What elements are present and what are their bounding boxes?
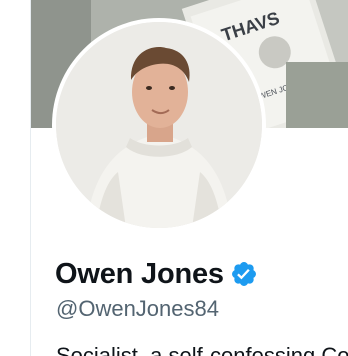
- display-name: Owen Jones: [55, 257, 224, 290]
- verified-check-icon[interactable]: [230, 260, 258, 288]
- profile-handle: @OwenJones84: [56, 296, 219, 321]
- name-row: Owen Jones: [55, 254, 258, 294]
- profile-bio: Socialist, a self-confessing Corbynite: [56, 343, 348, 356]
- profile-header: THAVS OWEN JONES Owen Jones @OwenJones84…: [0, 0, 348, 356]
- profile-avatar[interactable]: [52, 18, 266, 232]
